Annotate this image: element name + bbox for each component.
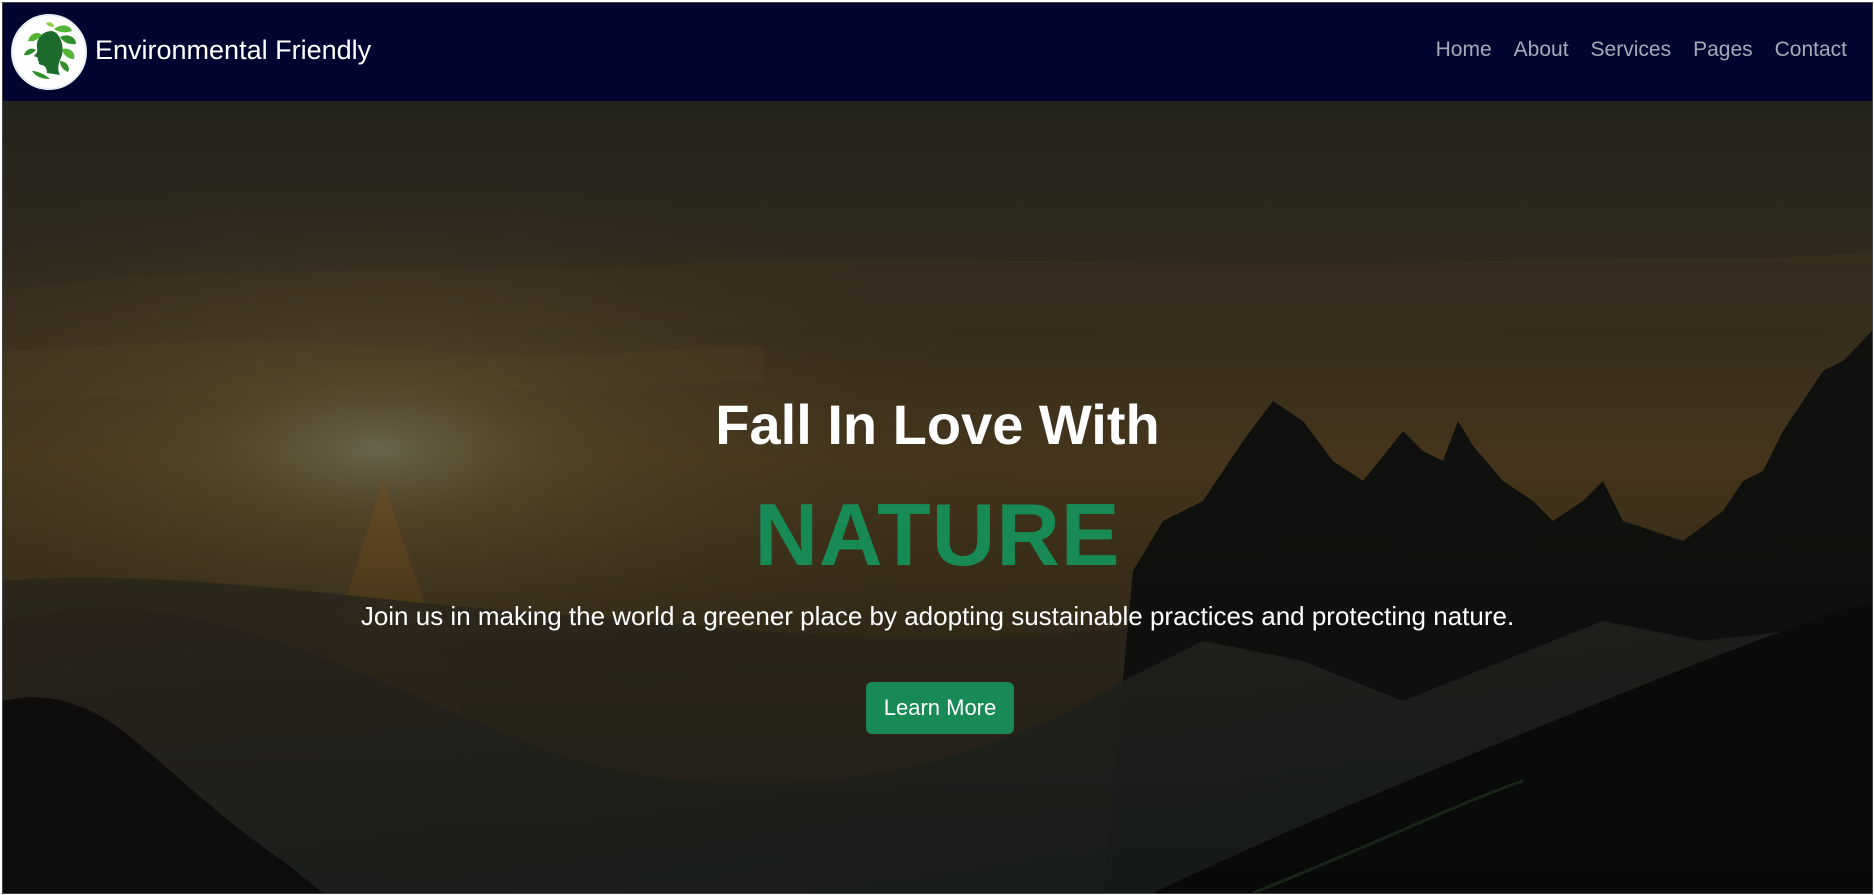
page-frame: Environmental Friendly Home About Servic… xyxy=(2,2,1873,894)
hero-description: Join us in making the world a greener pl… xyxy=(360,601,1515,631)
nav-link-contact[interactable]: Contact xyxy=(1764,38,1858,62)
hero-highlight: NATURE xyxy=(754,485,1121,584)
brand-name: Environmental Friendly xyxy=(95,34,372,65)
nav-link-about[interactable]: About xyxy=(1503,38,1580,62)
nav-links: Home About Services Pages Contact xyxy=(1425,38,1858,62)
hero-section: Fall In Love With NATURE Join us in maki… xyxy=(3,101,1872,893)
nav-link-home[interactable]: Home xyxy=(1425,38,1503,62)
nav-link-services[interactable]: Services xyxy=(1580,38,1683,62)
hero-content: Fall In Love With NATURE Join us in maki… xyxy=(3,101,1872,893)
brand[interactable]: Environmental Friendly xyxy=(11,14,371,90)
navbar: Environmental Friendly Home About Servic… xyxy=(3,3,1872,101)
leaf-face-logo-icon xyxy=(11,14,87,90)
learn-more-button[interactable]: Learn More xyxy=(866,682,1014,734)
hero-title: Fall In Love With xyxy=(715,393,1160,456)
nav-link-pages[interactable]: Pages xyxy=(1682,38,1764,62)
